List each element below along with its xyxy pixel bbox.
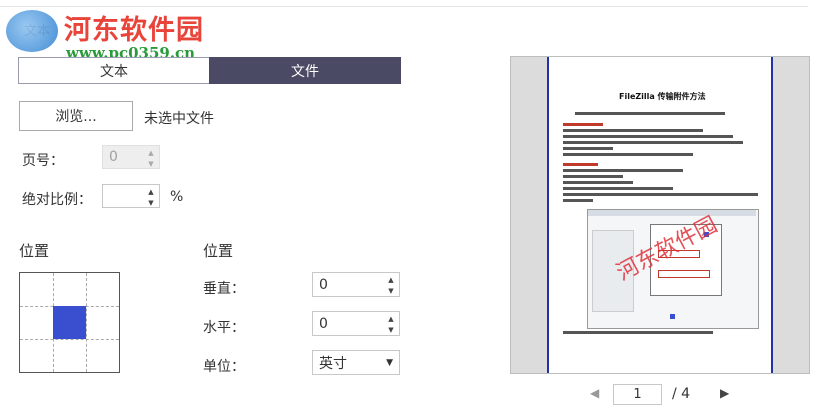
horizontal-value: 0 <box>319 315 328 332</box>
page-total: / 4 <box>672 386 691 402</box>
vertical-label: 垂直： <box>203 281 245 297</box>
logo-name: 河东软件园 <box>64 15 204 46</box>
stepper-arrows-icon[interactable]: ▲ ▼ <box>146 148 156 170</box>
doc-text-line <box>563 331 713 334</box>
page-input[interactable]: 1 <box>613 384 662 405</box>
doc-text-line <box>563 141 743 144</box>
doc-text-line <box>563 199 593 202</box>
page-number-stepper[interactable]: 0 ▲ ▼ <box>102 145 160 169</box>
doc-text-line <box>563 163 598 166</box>
logo-icon <box>6 10 58 52</box>
stepper-arrows-icon[interactable]: ▲ ▼ <box>386 314 396 336</box>
tab-file[interactable]: 文件 <box>209 57 401 84</box>
doc-text-line <box>563 193 758 196</box>
doc-title: FileZilla 传输附件方法 <box>619 92 706 101</box>
grid-divider <box>20 339 119 340</box>
percent-unit: % <box>170 189 184 205</box>
grid-divider <box>86 273 87 372</box>
position-grid[interactable] <box>19 272 120 373</box>
doc-text-line <box>575 112 725 115</box>
horizontal-stepper[interactable]: 0 ▲ ▼ <box>312 311 400 336</box>
position-cell-selected[interactable] <box>53 306 86 339</box>
stepper-arrows-icon[interactable]: ▲ ▼ <box>146 187 156 209</box>
doc-text-line <box>563 123 603 126</box>
doc-text-line <box>563 187 673 190</box>
stepper-arrows-icon[interactable]: ▲ ▼ <box>386 275 396 297</box>
doc-text-line <box>563 135 733 138</box>
browse-button[interactable]: 浏览... <box>19 101 133 131</box>
unit-select[interactable]: 英寸 ▼ <box>312 350 400 375</box>
doc-text-line <box>563 129 703 132</box>
page-number-value: 0 <box>109 149 118 165</box>
header-divider <box>0 6 808 7</box>
file-status: 未选中文件 <box>144 111 214 127</box>
chevron-down-icon: ▼ <box>386 358 393 368</box>
next-page-icon[interactable]: ▶ <box>720 386 729 400</box>
doc-text-line <box>563 153 693 156</box>
unit-label: 单位： <box>203 359 245 375</box>
page-number-label: 页号： <box>22 153 64 169</box>
position-heading: 位置 <box>203 242 234 260</box>
tab-text[interactable]: 文本 <box>18 57 210 84</box>
doc-text-line <box>563 181 633 184</box>
absolute-scale-label: 绝对比例： <box>22 192 92 208</box>
vertical-value: 0 <box>319 276 328 293</box>
doc-text-line <box>563 175 623 178</box>
doc-text-line <box>563 169 683 172</box>
position-grid-heading: 位置 <box>19 242 50 260</box>
preview-page: FileZilla 传输附件方法 河东软件园 <box>547 57 773 373</box>
horizontal-label: 水平： <box>203 320 245 336</box>
prev-page-icon[interactable]: ◀ <box>590 386 599 400</box>
vertical-stepper[interactable]: 0 ▲ ▼ <box>312 272 400 297</box>
unit-select-value: 英寸 <box>319 355 347 372</box>
doc-text-line <box>563 147 613 150</box>
absolute-scale-stepper[interactable]: ▲ ▼ <box>102 184 160 208</box>
